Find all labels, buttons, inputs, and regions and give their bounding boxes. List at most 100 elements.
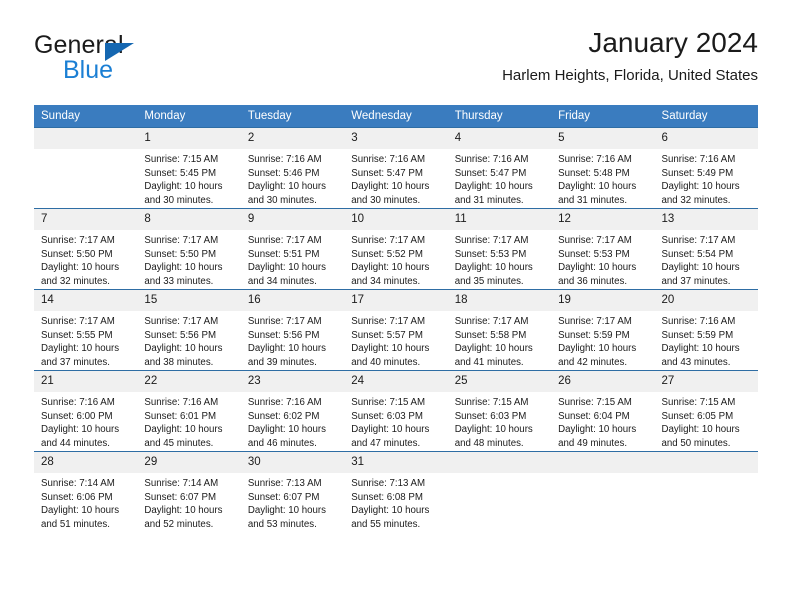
day-number: 25: [447, 371, 552, 392]
day-details: Sunrise: 7:17 AM Sunset: 5:51 PM Daylight:…: [241, 230, 344, 288]
day-number: 14: [34, 290, 138, 311]
sunset-text: Sunset: 6:03 PM: [454, 410, 527, 422]
day-details: Sunrise: 7:17 AM Sunset: 5:58 PM Daylight:…: [448, 311, 551, 369]
sunrise-text: Sunrise: 7:13 AM: [351, 478, 426, 489]
daylight-line2-text: and 30 minutes.: [351, 194, 421, 206]
brand-name-blue: Blue: [63, 56, 114, 84]
daylight-line2-text: and 34 minutes.: [351, 275, 421, 287]
calendar-cell-day-26[interactable]: 26 Sunrise: 7:15 AM Sunset: 6:04 PM Dayligh…: [551, 370, 655, 452]
calendar-cell-day-31[interactable]: 31 Sunrise: 7:13 AM Sunset: 6:08 PM Dayligh…: [344, 451, 448, 532]
daylight-line1-text: Daylight: 10 hours: [41, 343, 120, 355]
daylight-line1-text: Daylight: 10 hours: [247, 262, 326, 274]
calendar-week-row: 21 Sunrise: 7:16 AM Sunset: 6:00 PM Dayligh…: [34, 370, 758, 452]
calendar-cell-day-15[interactable]: 15 Sunrise: 7:17 AM Sunset: 5:56 PM Dayligh…: [137, 289, 241, 371]
sunrise-text: Sunrise: 7:17 AM: [351, 316, 426, 327]
calendar-cell-day-9[interactable]: 9 Sunrise: 7:17 AM Sunset: 5:51 PM Daylight…: [240, 208, 345, 290]
calendar-page: General Blue January 2024 Harlem Heights…: [0, 0, 792, 612]
calendar-cell-day-4[interactable]: 4 Sunrise: 7:16 AM Sunset: 5:47 PM Daylight…: [447, 127, 552, 209]
daylight-line2-text: and 37 minutes.: [661, 275, 731, 287]
day-number: 2: [240, 128, 345, 149]
calendar-cell-day-6[interactable]: 6 Sunrise: 7:16 AM Sunset: 5:49 PM Daylight…: [654, 127, 758, 209]
sunset-text: Sunset: 5:57 PM: [351, 329, 423, 341]
daylight-line1-text: Daylight: 10 hours: [144, 343, 223, 355]
sunrise-text: Sunrise: 7:17 AM: [661, 235, 736, 246]
calendar-cell-day-10[interactable]: 10 Sunrise: 7:17 AM Sunset: 5:52 PM Dayligh…: [344, 208, 448, 290]
calendar-cell-day-30[interactable]: 30 Sunrise: 7:13 AM Sunset: 6:07 PM Dayligh…: [240, 451, 345, 532]
day-details: Sunrise: 7:17 AM Sunset: 5:52 PM Daylight:…: [344, 230, 447, 288]
sunrise-text: Sunrise: 7:16 AM: [661, 154, 736, 165]
day-details: Sunrise: 7:17 AM Sunset: 5:50 PM Daylight:…: [137, 230, 240, 288]
calendar-cell-day-8[interactable]: 8 Sunrise: 7:17 AM Sunset: 5:50 PM Daylight…: [137, 208, 241, 290]
calendar-cell-day-29[interactable]: 29 Sunrise: 7:14 AM Sunset: 6:07 PM Dayligh…: [137, 451, 241, 532]
day-details: Sunrise: 7:17 AM Sunset: 5:59 PM Daylight:…: [551, 311, 654, 369]
day-number: 6: [654, 128, 758, 149]
daylight-line1-text: Daylight: 10 hours: [454, 181, 533, 193]
calendar-cell-day-2[interactable]: 2 Sunrise: 7:16 AM Sunset: 5:46 PM Daylight…: [240, 127, 345, 209]
calendar-cell-day-7[interactable]: 7 Sunrise: 7:17 AM Sunset: 5:50 PM Daylight…: [34, 208, 138, 290]
day-number: 20: [654, 290, 758, 311]
daylight-line2-text: and 43 minutes.: [661, 356, 731, 368]
daylight-line1-text: Daylight: 10 hours: [351, 343, 430, 355]
day-details: Sunrise: 7:17 AM Sunset: 5:53 PM Daylight:…: [551, 230, 654, 288]
daylight-line1-text: Daylight: 10 hours: [41, 424, 120, 436]
sunset-text: Sunset: 5:45 PM: [144, 167, 217, 179]
day-number: 3: [344, 128, 448, 149]
sunrise-text: Sunrise: 7:17 AM: [454, 235, 529, 246]
sunset-text: Sunset: 5:56 PM: [144, 329, 217, 341]
daylight-line1-text: Daylight: 10 hours: [247, 505, 326, 517]
calendar-cell-day-1[interactable]: 1 Sunrise: 7:15 AM Sunset: 5:45 PM Daylight…: [137, 127, 241, 209]
sunset-text: Sunset: 5:48 PM: [558, 167, 630, 179]
sunset-text: Sunset: 5:59 PM: [558, 329, 630, 341]
calendar-cell-day-11[interactable]: 11 Sunrise: 7:17 AM Sunset: 5:53 PM Dayligh…: [447, 208, 552, 290]
calendar-cell-day-17[interactable]: 17 Sunrise: 7:17 AM Sunset: 5:57 PM Dayligh…: [344, 289, 448, 371]
weekday-header-thursday: Thursday: [447, 105, 552, 128]
title-block: January 2024 Harlem Heights, Florida, Un…: [502, 26, 758, 85]
sunset-text: Sunset: 6:05 PM: [661, 410, 734, 422]
daylight-line1-text: Daylight: 10 hours: [558, 181, 637, 193]
calendar-cell-day-23[interactable]: 23 Sunrise: 7:16 AM Sunset: 6:02 PM Dayligh…: [240, 370, 345, 452]
sunrise-text: Sunrise: 7:15 AM: [454, 397, 529, 408]
calendar-cell-day-20[interactable]: 20 Sunrise: 7:16 AM Sunset: 5:59 PM Dayligh…: [654, 289, 758, 371]
calendar-cell-day-14[interactable]: 14 Sunrise: 7:17 AM Sunset: 5:55 PM Dayligh…: [34, 289, 138, 371]
sunset-text: Sunset: 5:54 PM: [661, 248, 734, 260]
daylight-line2-text: and 41 minutes.: [454, 356, 524, 368]
sunrise-text: Sunrise: 7:15 AM: [661, 397, 736, 408]
calendar-cell-day-19[interactable]: 19 Sunrise: 7:17 AM Sunset: 5:59 PM Dayligh…: [551, 289, 655, 371]
sunset-text: Sunset: 6:08 PM: [351, 491, 423, 503]
day-number: 5: [551, 128, 655, 149]
sunrise-text: Sunrise: 7:15 AM: [351, 397, 426, 408]
calendar-cell-day-5[interactable]: 5 Sunrise: 7:16 AM Sunset: 5:48 PM Daylight…: [551, 127, 655, 209]
calendar-cell-day-27[interactable]: 27 Sunrise: 7:15 AM Sunset: 6:05 PM Dayligh…: [654, 370, 758, 452]
weekday-header-saturday: Saturday: [654, 105, 758, 128]
calendar-cell-day-25[interactable]: 25 Sunrise: 7:15 AM Sunset: 6:03 PM Dayligh…: [447, 370, 552, 452]
sunset-text: Sunset: 6:06 PM: [41, 491, 113, 503]
calendar-cell-day-22[interactable]: 22 Sunrise: 7:16 AM Sunset: 6:01 PM Dayligh…: [137, 370, 241, 452]
day-details: Sunrise: 7:17 AM Sunset: 5:56 PM Daylight:…: [137, 311, 240, 369]
sunrise-text: Sunrise: 7:16 AM: [247, 154, 322, 165]
daylight-line1-text: Daylight: 10 hours: [144, 424, 223, 436]
calendar-cell-day-16[interactable]: 16 Sunrise: 7:17 AM Sunset: 5:56 PM Dayligh…: [240, 289, 345, 371]
sunset-text: Sunset: 5:47 PM: [351, 167, 423, 179]
daylight-line1-text: Daylight: 10 hours: [661, 262, 740, 274]
calendar-week-row: 14 Sunrise: 7:17 AM Sunset: 5:55 PM Dayligh…: [34, 289, 758, 371]
daylight-line2-text: and 36 minutes.: [558, 275, 628, 287]
daylight-line2-text: and 35 minutes.: [454, 275, 524, 287]
calendar-cell-day-28[interactable]: 28 Sunrise: 7:14 AM Sunset: 6:06 PM Dayligh…: [34, 451, 138, 532]
calendar-cell-day-3[interactable]: 3 Sunrise: 7:16 AM Sunset: 5:47 PM Daylight…: [344, 127, 448, 209]
daylight-line1-text: Daylight: 10 hours: [661, 181, 740, 193]
day-number: 16: [240, 290, 345, 311]
daylight-line2-text: and 31 minutes.: [558, 194, 628, 206]
brand-logo[interactable]: General Blue: [34, 32, 234, 88]
day-number: 18: [447, 290, 552, 311]
sunset-text: Sunset: 5:55 PM: [41, 329, 113, 341]
calendar-cell-empty: [654, 451, 758, 532]
sunset-text: Sunset: 6:01 PM: [144, 410, 217, 422]
sunset-text: Sunset: 5:53 PM: [558, 248, 630, 260]
calendar-cell-day-24[interactable]: 24 Sunrise: 7:15 AM Sunset: 6:03 PM Dayligh…: [344, 370, 448, 452]
calendar-cell-day-12[interactable]: 12 Sunrise: 7:17 AM Sunset: 5:53 PM Dayligh…: [551, 208, 655, 290]
weekday-header-sunday: Sunday: [34, 105, 138, 128]
calendar-cell-day-21[interactable]: 21 Sunrise: 7:16 AM Sunset: 6:00 PM Dayligh…: [34, 370, 138, 452]
calendar-cell-day-18[interactable]: 18 Sunrise: 7:17 AM Sunset: 5:58 PM Dayligh…: [447, 289, 552, 371]
calendar-cell-day-13[interactable]: 13 Sunrise: 7:17 AM Sunset: 5:54 PM Dayligh…: [654, 208, 758, 290]
day-details: Sunrise: 7:16 AM Sunset: 5:49 PM Daylight:…: [655, 149, 758, 207]
